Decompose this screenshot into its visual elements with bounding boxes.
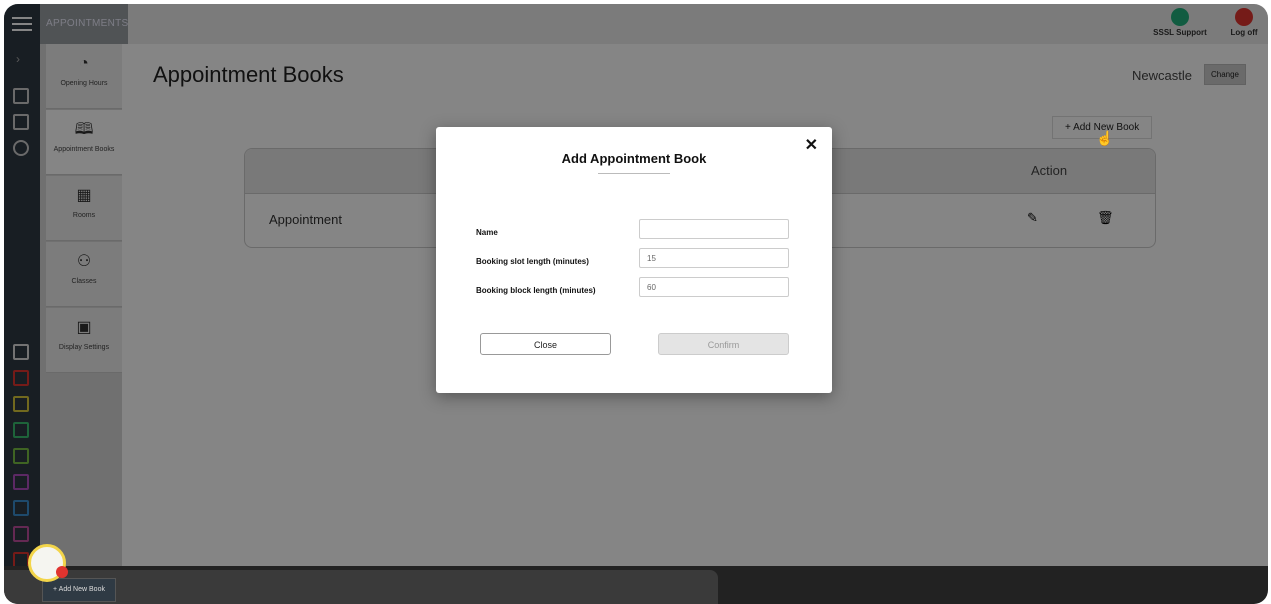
name-field[interactable] [639, 219, 789, 239]
bottom-add-new-book-button[interactable]: + Add New Book [42, 578, 116, 602]
hand-pointer-cursor-icon: ☝ [1096, 130, 1114, 146]
confirm-button[interactable]: Confirm [658, 333, 789, 355]
add-appointment-book-dialog: ✕ Add Appointment Book Name Booking slot… [436, 127, 832, 393]
title-divider [598, 173, 670, 174]
booking-block-length-field[interactable] [639, 277, 789, 297]
dialog-title: Add Appointment Book [561, 151, 707, 166]
name-label: Name [476, 228, 498, 237]
booking-slot-length-label: Booking slot length (minutes) [476, 257, 589, 266]
booking-slot-length-field[interactable] [639, 248, 789, 268]
booking-block-length-label: Booking block length (minutes) [476, 286, 596, 295]
close-button[interactable]: Close [480, 333, 611, 355]
app-window: APPOINTMENTS SSSL Support Log off › ◔ Op… [4, 4, 1268, 604]
record-dot-icon[interactable] [56, 566, 68, 578]
